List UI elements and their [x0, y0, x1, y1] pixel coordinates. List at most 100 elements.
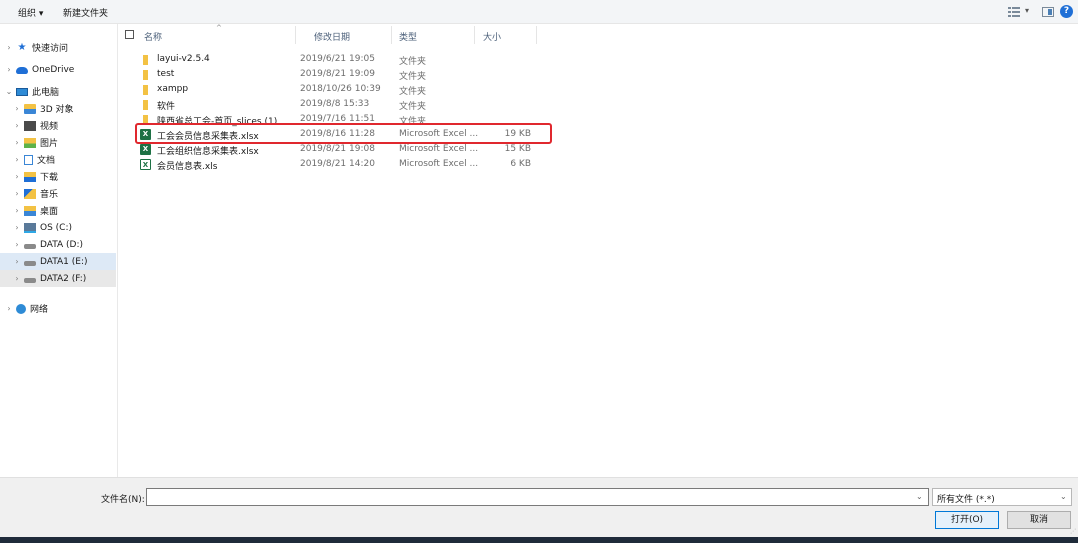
file-type: Microsoft Excel ... — [399, 159, 479, 169]
drive-icon — [24, 260, 36, 266]
taskbar — [0, 537, 1078, 543]
chevron-right-icon[interactable]: › — [2, 65, 16, 74]
chevron-right-icon[interactable]: › — [10, 138, 24, 147]
chevron-right-icon[interactable]: › — [10, 206, 24, 215]
file-name: 工会组织信息采集表.xlsx — [157, 147, 259, 157]
nav-item-label: 桌面 — [40, 207, 59, 217]
nav-item-data2-f[interactable]: › DATA2 (F:) — [0, 270, 116, 287]
file-row[interactable]: xampp 2018/10/26 10:39 文件夹 — [119, 82, 1078, 98]
file-row[interactable]: 软件 2019/8/8 15:33 文件夹 — [119, 97, 1078, 113]
folder-icon — [143, 70, 148, 80]
column-header-size[interactable]: 大小 — [483, 30, 501, 43]
nav-item-data-d[interactable]: › DATA (D:) — [0, 236, 116, 253]
nav-item-data1-e[interactable]: › DATA1 (E:) — [0, 253, 116, 270]
column-header-date[interactable]: 修改日期 — [314, 30, 350, 43]
resize-grip-icon[interactable]: ⋰ — [1070, 528, 1076, 535]
chevron-right-icon[interactable]: › — [2, 43, 16, 52]
chevron-right-icon[interactable]: › — [10, 257, 24, 266]
nav-item-label: OneDrive — [32, 64, 75, 75]
video-icon — [24, 120, 36, 131]
file-name: xampp — [157, 84, 189, 94]
nav-item-documents[interactable]: › 文档 — [0, 151, 116, 168]
new-folder-button[interactable]: 新建文件夹 — [63, 6, 108, 19]
file-date: 2019/8/21 14:20 — [300, 159, 375, 169]
file-type: 文件夹 — [399, 72, 427, 82]
folder-icon — [143, 85, 148, 95]
column-divider[interactable] — [536, 26, 537, 44]
chevron-right-icon[interactable]: › — [10, 223, 24, 232]
nav-item-quick-access[interactable]: › ★ 快速访问 — [0, 39, 116, 56]
pictures-icon — [24, 137, 36, 148]
file-name: 软件 — [157, 102, 176, 112]
column-divider[interactable] — [474, 26, 475, 44]
file-row[interactable]: X 工会组织信息采集表.xlsx 2019/8/21 19:08 Microso… — [119, 142, 1078, 158]
file-date: 2019/8/21 19:08 — [300, 144, 375, 154]
file-type: Microsoft Excel ... — [399, 144, 479, 154]
nav-item-os-c[interactable]: › OS (C:) — [0, 219, 116, 236]
nav-item-music[interactable]: › 音乐 — [0, 185, 116, 202]
column-header-row: 名称 ^ 修改日期 类型 大小 — [119, 24, 1078, 46]
chevron-right-icon[interactable]: › — [10, 274, 24, 283]
highlight-annotation — [135, 123, 552, 144]
preview-pane-icon[interactable] — [1042, 7, 1054, 17]
nav-item-onedrive[interactable]: › OneDrive — [0, 61, 116, 78]
view-options-icon[interactable] — [1008, 7, 1020, 17]
file-type: 文件夹 — [399, 57, 427, 67]
view-options-chevron-icon[interactable]: ▾ — [1025, 6, 1029, 15]
nav-item-3d-objects[interactable]: › 3D 对象 — [0, 100, 116, 117]
nav-item-videos[interactable]: › 视频 — [0, 117, 116, 134]
folder-3d-icon — [24, 103, 36, 114]
file-row[interactable]: layui-v2.5.4 2019/6/21 19:05 文件夹 — [119, 52, 1078, 68]
file-row[interactable]: test 2019/8/21 19:09 文件夹 — [119, 67, 1078, 83]
chevron-right-icon[interactable]: › — [2, 304, 16, 313]
network-icon — [16, 303, 26, 314]
nav-item-label: 网络 — [30, 305, 49, 315]
nav-item-label: DATA (D:) — [40, 239, 84, 250]
column-header-name[interactable]: 名称 — [144, 30, 162, 43]
folder-icon — [143, 55, 148, 65]
nav-item-desktop[interactable]: › 桌面 — [0, 202, 116, 219]
drive-icon — [24, 243, 36, 249]
nav-item-pictures[interactable]: › 图片 — [0, 134, 116, 151]
file-date: 2019/8/21 19:09 — [300, 69, 375, 79]
desktop-icon — [24, 205, 36, 216]
select-all-checkbox[interactable] — [125, 30, 134, 39]
column-header-type[interactable]: 类型 — [399, 30, 417, 43]
help-icon[interactable]: ? — [1060, 5, 1073, 18]
chevron-down-icon[interactable]: ⌄ — [2, 87, 16, 96]
file-type-select[interactable]: 所有文件 (*.*) — [932, 488, 1072, 506]
nav-item-this-pc[interactable]: ⌄ 此电脑 — [0, 83, 116, 100]
file-row[interactable]: X 会员信息表.xls 2019/8/21 14:20 Microsoft Ex… — [119, 157, 1078, 173]
chevron-right-icon[interactable]: › — [10, 121, 24, 130]
pc-icon — [16, 87, 28, 96]
file-name: layui-v2.5.4 — [157, 54, 210, 64]
nav-item-label: 快速访问 — [32, 44, 69, 54]
downloads-icon — [24, 171, 36, 182]
column-divider[interactable] — [295, 26, 296, 44]
sort-ascending-icon: ^ — [216, 24, 222, 32]
file-type: 文件夹 — [399, 87, 427, 97]
chevron-right-icon[interactable]: › — [10, 189, 24, 198]
column-divider[interactable] — [391, 26, 392, 44]
open-button[interactable]: 打开(O) — [935, 511, 999, 529]
chevron-down-icon[interactable]: ⌄ — [916, 492, 923, 501]
cancel-button[interactable]: 取消 — [1007, 511, 1071, 529]
file-size: 6 KB — [510, 159, 531, 169]
nav-item-downloads[interactable]: › 下载 — [0, 168, 116, 185]
nav-item-network[interactable]: › 网络 — [0, 300, 116, 317]
nav-item-label: 下载 — [40, 173, 59, 183]
filename-input[interactable] — [146, 488, 929, 506]
os-drive-icon — [24, 222, 36, 233]
file-dialog-footer: 文件名(N): ⌄ 所有文件 (*.*) ⌄ 打开(O) 取消 ⋰ — [0, 477, 1078, 537]
chevron-right-icon[interactable]: › — [10, 155, 24, 164]
chevron-right-icon[interactable]: › — [10, 104, 24, 113]
star-icon: ★ — [17, 41, 27, 53]
file-name: 会员信息表.xls — [157, 162, 218, 172]
nav-item-label: OS (C:) — [40, 222, 72, 233]
nav-item-label: DATA1 (E:) — [40, 256, 88, 267]
navigation-pane: › ★ 快速访问 › OneDrive ⌄ 此电脑 › 3D 对象 › 视频 ›… — [0, 24, 118, 477]
chevron-right-icon[interactable]: › — [10, 172, 24, 181]
organize-button[interactable]: 组织 ▾ — [18, 6, 43, 19]
chevron-right-icon[interactable]: › — [10, 240, 24, 249]
chevron-down-icon[interactable]: ⌄ — [1060, 492, 1067, 501]
